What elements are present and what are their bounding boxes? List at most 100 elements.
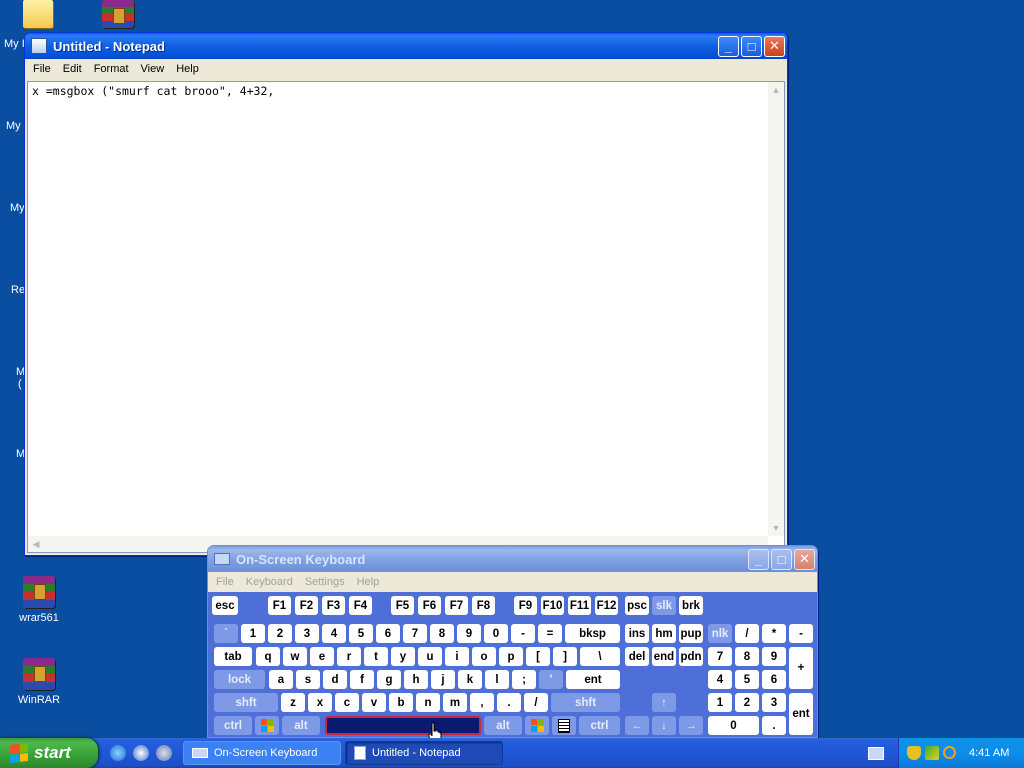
key-u[interactable]: u <box>418 647 442 666</box>
key-capslock[interactable]: lock <box>214 670 265 689</box>
key-rbracket[interactable]: ] <box>553 647 577 666</box>
key-r[interactable]: r <box>337 647 361 666</box>
desktop-icon-winrar[interactable]: WinRAR <box>1 658 77 706</box>
key-f6[interactable]: F6 <box>418 596 441 615</box>
key-f10[interactable]: F10 <box>541 596 564 615</box>
key-i[interactable]: i <box>445 647 469 666</box>
key-num-9[interactable]: 9 <box>762 647 786 666</box>
key-right-windows[interactable] <box>525 716 549 735</box>
key-k[interactable]: k <box>458 670 482 689</box>
key-num-divide[interactable]: / <box>735 624 759 643</box>
osk-titlebar[interactable]: On-Screen Keyboard _ □ ✕ <box>208 546 817 572</box>
key-b[interactable]: b <box>389 693 413 712</box>
maximize-button[interactable]: □ <box>771 548 792 570</box>
key-j[interactable]: j <box>431 670 455 689</box>
key-end[interactable]: end <box>652 647 676 666</box>
key-3[interactable]: 3 <box>295 624 319 643</box>
key-lbracket[interactable]: [ <box>526 647 550 666</box>
key-e[interactable]: e <box>310 647 334 666</box>
key-pagedown[interactable]: pdn <box>679 647 703 666</box>
key-f1[interactable]: F1 <box>268 596 291 615</box>
desktop-icon-winrar-top[interactable] <box>80 0 156 32</box>
key-backslash[interactable]: \ <box>580 647 620 666</box>
security-shield-icon[interactable] <box>907 746 921 760</box>
key-semicolon[interactable]: ; <box>512 670 536 689</box>
key-arrow-up[interactable]: ↑ <box>652 693 676 712</box>
key-right-shift[interactable]: shft <box>551 693 620 712</box>
key-h[interactable]: h <box>404 670 428 689</box>
key-num-2[interactable]: 2 <box>735 693 759 712</box>
key-numlock[interactable]: nlk <box>708 624 732 643</box>
key-c[interactable]: c <box>335 693 359 712</box>
key-8[interactable]: 8 <box>430 624 454 643</box>
key-left-shift[interactable]: shft <box>214 693 278 712</box>
menu-view[interactable]: View <box>135 63 171 75</box>
maximize-button[interactable]: □ <box>741 35 762 57</box>
key-comma[interactable]: , <box>470 693 494 712</box>
key-7[interactable]: 7 <box>403 624 427 643</box>
key-num-4[interactable]: 4 <box>708 670 732 689</box>
minimize-button[interactable]: _ <box>718 35 739 57</box>
key-6[interactable]: 6 <box>376 624 400 643</box>
scroll-up-icon[interactable]: ▲ <box>768 82 784 98</box>
key-num-multiply[interactable]: * <box>762 624 786 643</box>
key-1[interactable]: 1 <box>241 624 265 643</box>
key-z[interactable]: z <box>281 693 305 712</box>
key-f[interactable]: f <box>350 670 374 689</box>
key-right-ctrl[interactable]: ctrl <box>579 716 620 735</box>
key-num-enter[interactable]: ent <box>789 693 813 735</box>
key-delete[interactable]: del <box>625 647 649 666</box>
key-2[interactable]: 2 <box>268 624 292 643</box>
close-button[interactable]: ✕ <box>794 548 815 570</box>
key-arrow-down[interactable]: ↓ <box>652 716 676 735</box>
key-s[interactable]: s <box>296 670 320 689</box>
taskbar-item-notepad[interactable]: Untitled - Notepad <box>345 741 503 765</box>
menu-help[interactable]: Help <box>351 576 386 588</box>
key-backspace[interactable]: bksp <box>565 624 620 643</box>
key-space[interactable] <box>325 716 481 735</box>
key-l[interactable]: l <box>485 670 509 689</box>
scroll-left-icon[interactable]: ◀ <box>28 536 44 552</box>
key-w[interactable]: w <box>283 647 307 666</box>
key-f3[interactable]: F3 <box>322 596 345 615</box>
start-button[interactable]: start <box>0 738 98 768</box>
key-f12[interactable]: F12 <box>595 596 618 615</box>
key-p[interactable]: p <box>499 647 523 666</box>
key-quote[interactable]: ' <box>539 670 563 689</box>
key-minus[interactable]: - <box>511 624 535 643</box>
key-y[interactable]: y <box>391 647 415 666</box>
key-m[interactable]: m <box>443 693 467 712</box>
key-pageup[interactable]: pup <box>679 624 703 643</box>
key-num-add[interactable]: + <box>789 647 813 689</box>
key-left-windows[interactable] <box>255 716 279 735</box>
key-backtick[interactable]: ` <box>214 624 238 643</box>
internet-explorer-icon[interactable] <box>110 745 126 761</box>
key-num-3[interactable]: 3 <box>762 693 786 712</box>
network-icon[interactable] <box>925 746 939 760</box>
outlook-express-icon[interactable] <box>133 745 149 761</box>
taskbar-item-osk[interactable]: On-Screen Keyboard <box>183 741 341 765</box>
key-g[interactable]: g <box>377 670 401 689</box>
menu-keyboard[interactable]: Keyboard <box>240 576 299 588</box>
key-f11[interactable]: F11 <box>568 596 591 615</box>
text-editor[interactable]: x =msgbox ("smurf cat brooo", 4+32, ▲ ▼ … <box>27 81 785 553</box>
key-f2[interactable]: F2 <box>295 596 318 615</box>
key-f9[interactable]: F9 <box>514 596 537 615</box>
key-insert[interactable]: ins <box>625 624 649 643</box>
key-arrow-left[interactable]: ← <box>625 716 649 735</box>
keyboard-language-icon[interactable] <box>868 747 884 760</box>
key-tab[interactable]: tab <box>214 647 252 666</box>
menu-settings[interactable]: Settings <box>299 576 351 588</box>
menu-file[interactable]: File <box>27 63 57 75</box>
menu-help[interactable]: Help <box>170 63 205 75</box>
key-right-alt[interactable]: alt <box>484 716 522 735</box>
media-player-icon[interactable] <box>156 745 172 761</box>
key-home[interactable]: hm <box>652 624 676 643</box>
key-arrow-right[interactable]: → <box>679 716 703 735</box>
key-brk[interactable]: brk <box>679 596 703 615</box>
close-button[interactable]: ✕ <box>764 35 785 57</box>
key-5[interactable]: 5 <box>349 624 373 643</box>
key-a[interactable]: a <box>269 670 293 689</box>
key-9[interactable]: 9 <box>457 624 481 643</box>
vertical-scrollbar[interactable]: ▲ ▼ <box>768 82 784 536</box>
